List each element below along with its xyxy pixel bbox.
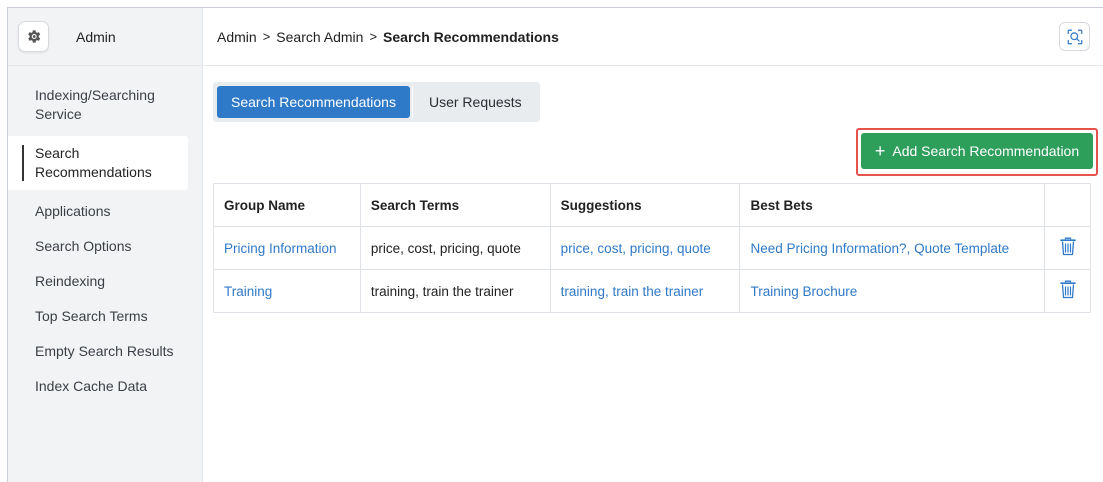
group-name-link[interactable]: Training	[213, 269, 361, 313]
recommendations-table: Group Name Search Terms Suggestions Best…	[213, 183, 1091, 313]
sidebar-item-reindexing[interactable]: Reindexing	[8, 264, 188, 299]
sidebar-nav: Indexing/Searching Service Search Recomm…	[8, 66, 202, 404]
sidebar-item-search-recommendations[interactable]: Search Recommendations	[8, 136, 188, 190]
tab-bar: Search Recommendations User Requests	[213, 82, 540, 122]
sidebar-item-top-search-terms[interactable]: Top Search Terms	[8, 299, 188, 334]
sidebar-item-applications[interactable]: Applications	[8, 194, 188, 229]
brand-label: Admin	[76, 28, 116, 45]
add-button-label: Add Search Recommendation	[892, 143, 1080, 159]
suggestions-link[interactable]: price, cost, pricing, quote	[549, 226, 741, 270]
tab-search-recommendations[interactable]: Search Recommendations	[217, 86, 410, 118]
group-name-link[interactable]: Pricing Information	[213, 226, 361, 270]
delete-cell	[1044, 226, 1091, 270]
best-bets-link[interactable]: Training Brochure	[739, 269, 1046, 313]
trash-icon[interactable]	[1059, 280, 1076, 299]
sidebar-item-indexing-searching-service[interactable]: Indexing/Searching Service	[8, 78, 188, 132]
breadcrumb: Admin > Search Admin > Search Recommenda…	[203, 8, 1103, 66]
search-button[interactable]	[1059, 22, 1090, 51]
delete-cell	[1044, 269, 1091, 313]
gear-icon[interactable]	[18, 21, 49, 52]
trash-icon[interactable]	[1059, 237, 1076, 256]
gear-icon-svg	[28, 30, 41, 43]
breadcrumb-separator: >	[369, 29, 378, 44]
app-window: Admin Indexing/Searching Service Search …	[7, 7, 1103, 482]
sidebar-item-index-cache-data[interactable]: Index Cache Data	[8, 369, 188, 404]
sidebar-item-search-options[interactable]: Search Options	[8, 229, 188, 264]
breadcrumb-item-admin[interactable]: Admin	[217, 29, 257, 45]
best-bets-link[interactable]: Need Pricing Information?, Quote Templat…	[739, 226, 1046, 270]
column-header-group-name: Group Name	[213, 183, 361, 227]
main-content: Admin > Search Admin > Search Recommenda…	[203, 8, 1103, 482]
breadcrumb-item-search-admin[interactable]: Search Admin	[276, 29, 363, 45]
search-terms-cell: price, cost, pricing, quote	[359, 226, 551, 270]
breadcrumb-separator: >	[262, 29, 271, 44]
column-header-suggestions: Suggestions	[549, 183, 741, 227]
search-icon	[1067, 29, 1082, 44]
table-header-row: Group Name Search Terms Suggestions Best…	[213, 183, 1091, 227]
table-row: Training training, train the trainer tra…	[213, 269, 1091, 313]
column-header-search-terms: Search Terms	[359, 183, 551, 227]
column-header-best-bets: Best Bets	[739, 183, 1046, 227]
sidebar: Admin Indexing/Searching Service Search …	[8, 8, 203, 482]
tab-divider	[411, 86, 413, 118]
table-row: Pricing Information price, cost, pricing…	[213, 226, 1091, 270]
tab-user-requests[interactable]: User Requests	[415, 86, 536, 118]
search-terms-cell: training, train the trainer	[359, 269, 551, 313]
breadcrumb-current: Search Recommendations	[383, 28, 559, 45]
suggestions-link[interactable]: training, train the trainer	[549, 269, 741, 313]
plus-icon: +	[874, 141, 886, 161]
brand: Admin	[8, 8, 202, 66]
add-search-recommendation-button[interactable]: + Add Search Recommendation	[861, 133, 1093, 169]
sidebar-item-empty-search-results[interactable]: Empty Search Results	[8, 334, 188, 369]
column-header-actions	[1044, 183, 1091, 227]
